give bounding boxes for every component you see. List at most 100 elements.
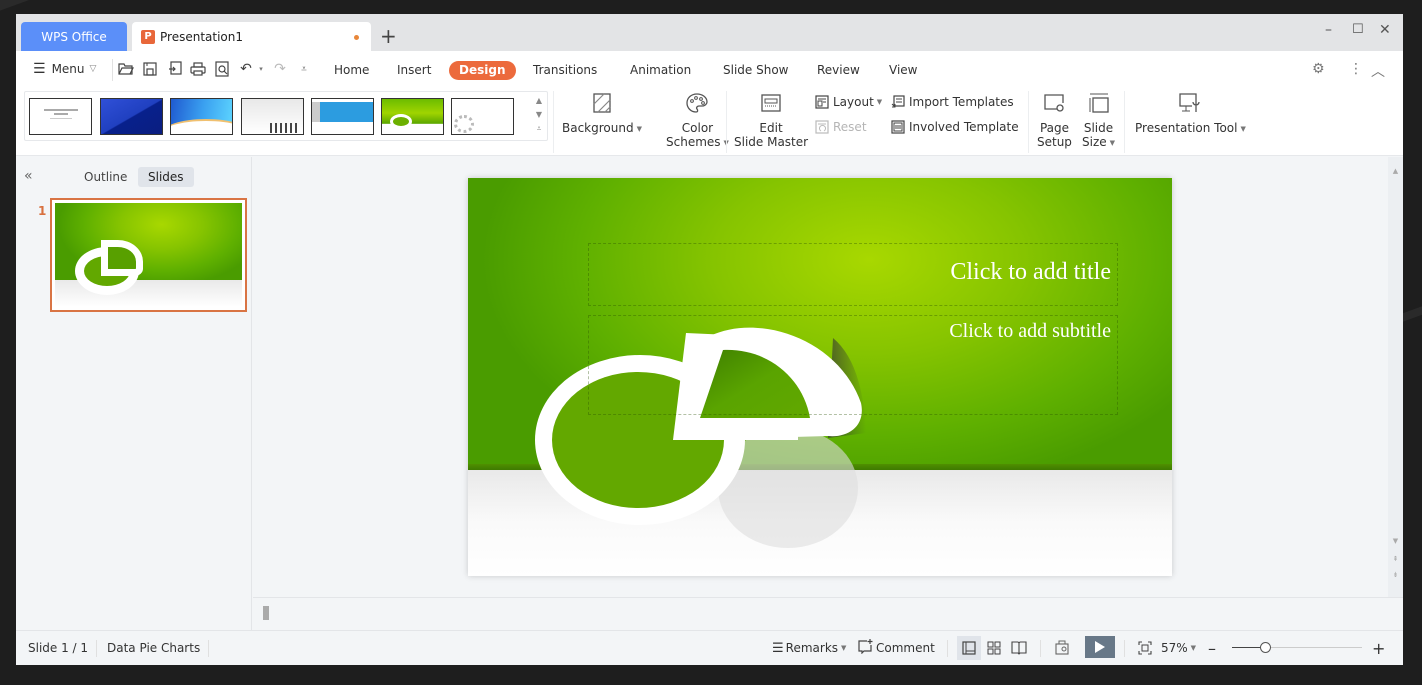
- page-setup-label-1: Page: [1039, 121, 1069, 135]
- tab-home[interactable]: Home: [324, 61, 379, 80]
- zoom-level-dropdown[interactable]: 57% ▼: [1161, 638, 1196, 658]
- zoom-in-button[interactable]: +: [1372, 638, 1385, 658]
- subtitle-placeholder[interactable]: Click to add subtitle: [588, 315, 1118, 415]
- layout-button[interactable]: Layout ▼: [815, 95, 882, 109]
- redo-icon[interactable]: ↷: [271, 60, 289, 78]
- tab-review[interactable]: Review: [807, 61, 870, 80]
- template-thumb-business-people[interactable]: [241, 98, 304, 135]
- reset-button[interactable]: Reset: [815, 120, 867, 134]
- close-button[interactable]: ✕: [1379, 22, 1391, 38]
- slide-size-label-2: Size: [1082, 135, 1107, 149]
- save-icon[interactable]: [141, 60, 159, 78]
- template-thumb-blue-wave[interactable]: [170, 98, 233, 135]
- tab-design[interactable]: Design: [449, 61, 516, 80]
- settings-gear-icon[interactable]: ⚙: [1312, 61, 1325, 77]
- grid-view-icon: [987, 641, 1001, 655]
- export-pdf-icon[interactable]: [166, 60, 184, 78]
- template-thumb-blue-banner[interactable]: [311, 98, 374, 135]
- play-icon: [1095, 641, 1105, 653]
- involved-template-button[interactable]: Involved Template: [891, 120, 1019, 134]
- template-thumb-blue-diagonal[interactable]: [100, 98, 163, 135]
- print-icon[interactable]: [189, 60, 207, 78]
- vertical-scrollbar[interactable]: ▲ ▼ ⇞ ⇟: [1388, 157, 1403, 597]
- scroll-down-icon[interactable]: ▼: [1388, 537, 1403, 545]
- play-slideshow-button[interactable]: [1085, 636, 1115, 658]
- tab-animation[interactable]: Animation: [620, 61, 701, 80]
- reading-view-button[interactable]: [1011, 638, 1027, 658]
- notes-pane[interactable]: [253, 597, 1403, 630]
- new-tab-button[interactable]: +: [380, 24, 397, 48]
- print-preview-icon[interactable]: [213, 60, 231, 78]
- tab-insert[interactable]: Insert: [387, 61, 441, 80]
- template-thumb-gears[interactable]: [451, 98, 514, 135]
- tab-slide-show[interactable]: Slide Show: [713, 61, 798, 80]
- main-menu-button[interactable]: ☰ Menu ▽: [33, 61, 96, 77]
- presenter-icon: [1055, 640, 1069, 655]
- maximize-button[interactable]: ☐: [1352, 22, 1364, 37]
- tab-transitions[interactable]: Transitions: [523, 61, 607, 80]
- tab-outline[interactable]: Outline: [74, 167, 137, 187]
- book-icon: [1011, 641, 1027, 655]
- background-button[interactable]: Background ▼: [562, 91, 642, 136]
- next-slide-icon[interactable]: ⇟: [1388, 571, 1403, 579]
- slides-panel: « Outline Slides 1: [16, 157, 252, 630]
- slide-number: 1: [38, 204, 47, 218]
- page-setup-label-2: Setup: [1037, 135, 1072, 149]
- hamburger-icon: ☰: [33, 61, 46, 77]
- divider: [96, 640, 97, 657]
- zoom-out-button[interactable]: –: [1208, 638, 1216, 658]
- gallery-expand-icon[interactable]: ⩡: [533, 122, 545, 136]
- title-placeholder[interactable]: Click to add title: [588, 243, 1118, 306]
- normal-view-button[interactable]: [957, 636, 981, 660]
- slide-size-button[interactable]: Slide Size ▼: [1082, 91, 1115, 150]
- notes-resize-handle[interactable]: [263, 606, 269, 620]
- presentation-tool-icon: [1178, 91, 1202, 115]
- color-schemes-label-1: Color: [681, 121, 714, 135]
- divider: [1040, 640, 1041, 657]
- import-templates-button[interactable]: Import Templates: [891, 95, 1014, 109]
- edit-slide-master-button[interactable]: Edit Slide Master: [734, 91, 808, 149]
- slide-editor: Click to add title Click to add subtitle: [253, 157, 1388, 597]
- dropdown-caret-icon: ▼: [1190, 644, 1197, 652]
- document-tab[interactable]: P Presentation1: [132, 22, 371, 51]
- tab-slides[interactable]: Slides: [138, 167, 194, 187]
- involved-template-icon: [891, 120, 905, 134]
- zoom-slider-handle[interactable]: [1260, 642, 1271, 653]
- wps-office-tab[interactable]: WPS Office: [21, 22, 127, 51]
- undo-dropdown-icon[interactable]: ▾: [252, 60, 270, 78]
- divider: [208, 640, 209, 657]
- collapse-panel-icon[interactable]: «: [24, 168, 33, 184]
- comment-button[interactable]: Comment: [858, 638, 935, 658]
- slide-size-label-1: Slide: [1083, 121, 1114, 135]
- tab-view[interactable]: View: [879, 61, 927, 80]
- layout-icon: [815, 95, 829, 109]
- slide-sorter-button[interactable]: [987, 638, 1001, 658]
- chevron-down-icon: ▽: [89, 64, 97, 74]
- template-gallery: ▲ ▼ ⩡: [24, 91, 548, 141]
- slide-thumbnail[interactable]: [50, 198, 247, 312]
- more-options-icon[interactable]: ⋮: [1349, 61, 1363, 77]
- open-folder-icon[interactable]: [117, 60, 135, 78]
- minimize-button[interactable]: –: [1325, 22, 1332, 38]
- previous-slide-icon[interactable]: ⇞: [1388, 555, 1403, 563]
- gallery-scroll[interactable]: ▲ ▼ ⩡: [533, 94, 545, 136]
- template-thumb-plain[interactable]: [29, 98, 92, 135]
- customize-toolbar-icon[interactable]: ⩡: [295, 60, 313, 78]
- dropdown-caret-icon: ▼: [1109, 138, 1116, 147]
- presentation-tool-button[interactable]: Presentation Tool ▼: [1135, 91, 1246, 136]
- presenter-view-button[interactable]: [1054, 638, 1070, 658]
- remarks-button[interactable]: ☰ Remarks ▼: [772, 638, 846, 658]
- scroll-up-icon[interactable]: ▲: [1388, 167, 1403, 175]
- dropdown-caret-icon: ▼: [876, 98, 883, 106]
- template-thumb-green-pie[interactable]: [381, 98, 444, 135]
- slide-canvas[interactable]: Click to add title Click to add subtitle: [468, 178, 1172, 576]
- reset-label: Reset: [833, 120, 867, 134]
- gallery-scroll-down-icon[interactable]: ▼: [533, 108, 545, 122]
- zoom-slider[interactable]: [1232, 642, 1362, 653]
- page-setup-button[interactable]: Page Setup: [1037, 91, 1072, 149]
- dropdown-caret-icon: ▼: [1240, 124, 1246, 133]
- color-schemes-button[interactable]: Color Schemes▼: [666, 91, 729, 150]
- fit-to-window-button[interactable]: [1138, 638, 1152, 658]
- collapse-ribbon-icon[interactable]: ︿: [1371, 61, 1385, 81]
- gallery-scroll-up-icon[interactable]: ▲: [533, 94, 545, 108]
